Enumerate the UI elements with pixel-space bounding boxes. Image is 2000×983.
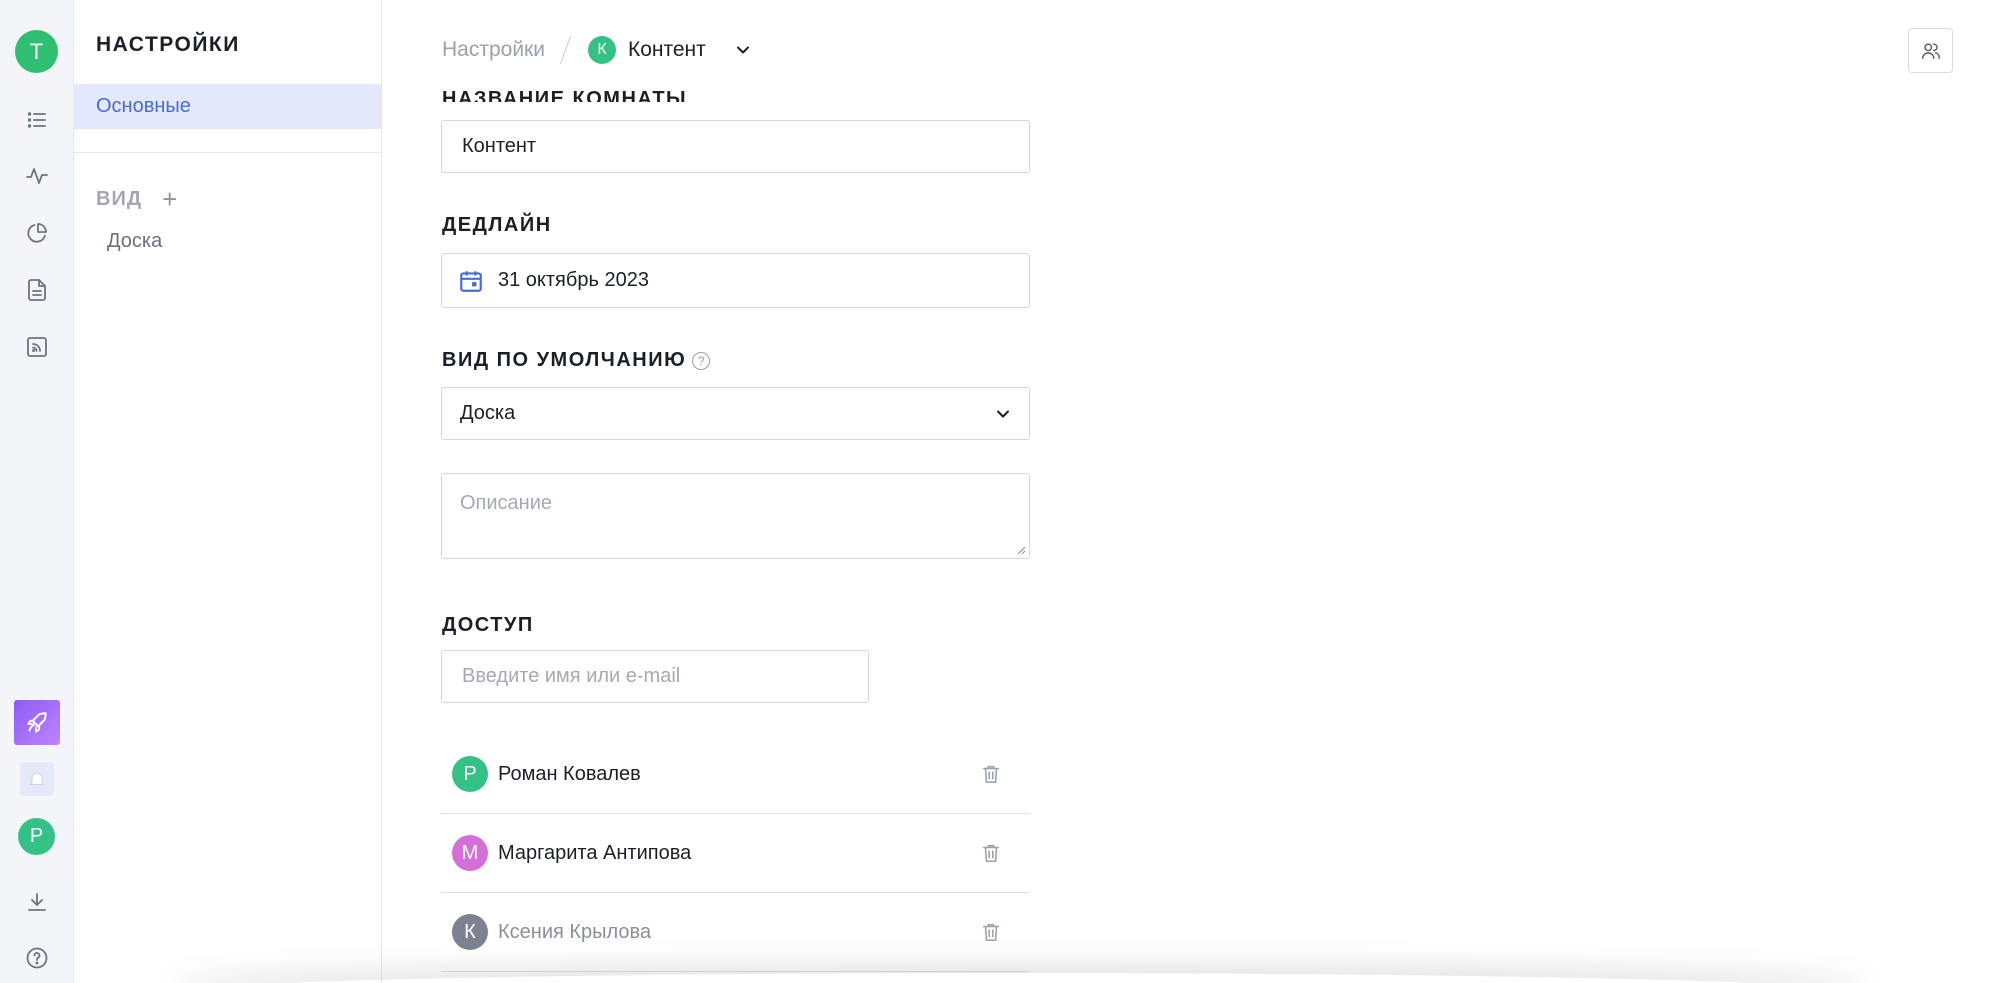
bell-icon[interactable] [20,762,54,796]
calendar-icon [460,270,482,292]
room-name-label: НАЗВАНИЕ КОМНАТЫ [442,88,688,102]
breadcrumb-settings[interactable]: Настройки [442,38,545,62]
trash-icon[interactable] [978,761,1004,787]
member-row: М Маргарита Антипова [441,814,1030,893]
download-icon[interactable] [22,887,52,917]
member-name: Ксения Крылова [498,920,652,943]
chevron-down-icon [997,410,1009,417]
sidebar-item-board[interactable]: Доска [107,230,162,253]
access-label: ДОСТУП [442,614,534,636]
trash-icon[interactable] [978,840,1004,866]
deadline-picker[interactable]: 31 октябрь 2023 [441,253,1030,308]
member-row: К Ксения Крылова [441,893,1030,972]
sidebar-item-general[interactable]: Основные [74,84,382,129]
access-search-input[interactable]: Введите имя или e-mail [441,650,869,703]
member-name: Маргарита Антипова [498,841,692,864]
view-section-heading: ВИД + [96,186,178,212]
add-view-icon[interactable]: + [162,186,178,212]
user-avatar[interactable]: Р [18,818,55,855]
breadcrumb-separator [559,35,572,65]
room-name-input[interactable]: Контент [441,120,1030,173]
bottom-shadow [170,973,1870,983]
member-name: Роман Ковалев [498,762,641,785]
default-view-label: ВИД ПО УМОЛЧАНИЮ ? [442,349,711,372]
users-icon [1921,42,1940,59]
activity-icon[interactable] [22,161,52,191]
sidebar-divider [74,152,382,153]
room-avatar: К [587,36,616,64]
breadcrumb: Настройки К Контент [442,32,754,68]
help-icon[interactable]: ? [692,351,711,370]
member-avatar: К [452,914,488,950]
feed-icon[interactable] [22,332,52,362]
list-icon[interactable] [22,105,52,135]
member-avatar: Р [452,756,488,792]
breadcrumb-room[interactable]: Контент [628,38,706,62]
member-row: Р Роман Ковалев [441,735,1030,814]
view-heading-label: ВИД [96,187,143,210]
description-placeholder: Описание [460,492,553,514]
trash-icon[interactable] [978,919,1004,945]
rocket-icon[interactable] [14,700,60,745]
pie-chart-icon[interactable] [22,218,52,248]
deadline-value: 31 октябрь 2023 [498,269,649,291]
app-rail: Т Р [0,0,74,983]
deadline-label: ДЕДЛАЙН [442,214,552,236]
document-icon[interactable] [22,275,52,305]
workspace-avatar[interactable]: Т [15,30,58,73]
resize-handle-icon[interactable] [1016,545,1026,555]
member-avatar: М [452,835,488,871]
chevron-down-icon[interactable] [732,39,754,61]
default-view-value: Доска [460,402,516,424]
help-icon[interactable] [22,943,52,973]
sidebar-title: НАСТРОЙКИ [96,33,240,56]
default-view-select[interactable]: Доска [441,387,1030,440]
members-button[interactable] [1908,28,1953,73]
description-textarea[interactable]: Описание [441,473,1030,559]
settings-sidebar: НАСТРОЙКИ Основные ВИД + Доска [74,0,382,983]
